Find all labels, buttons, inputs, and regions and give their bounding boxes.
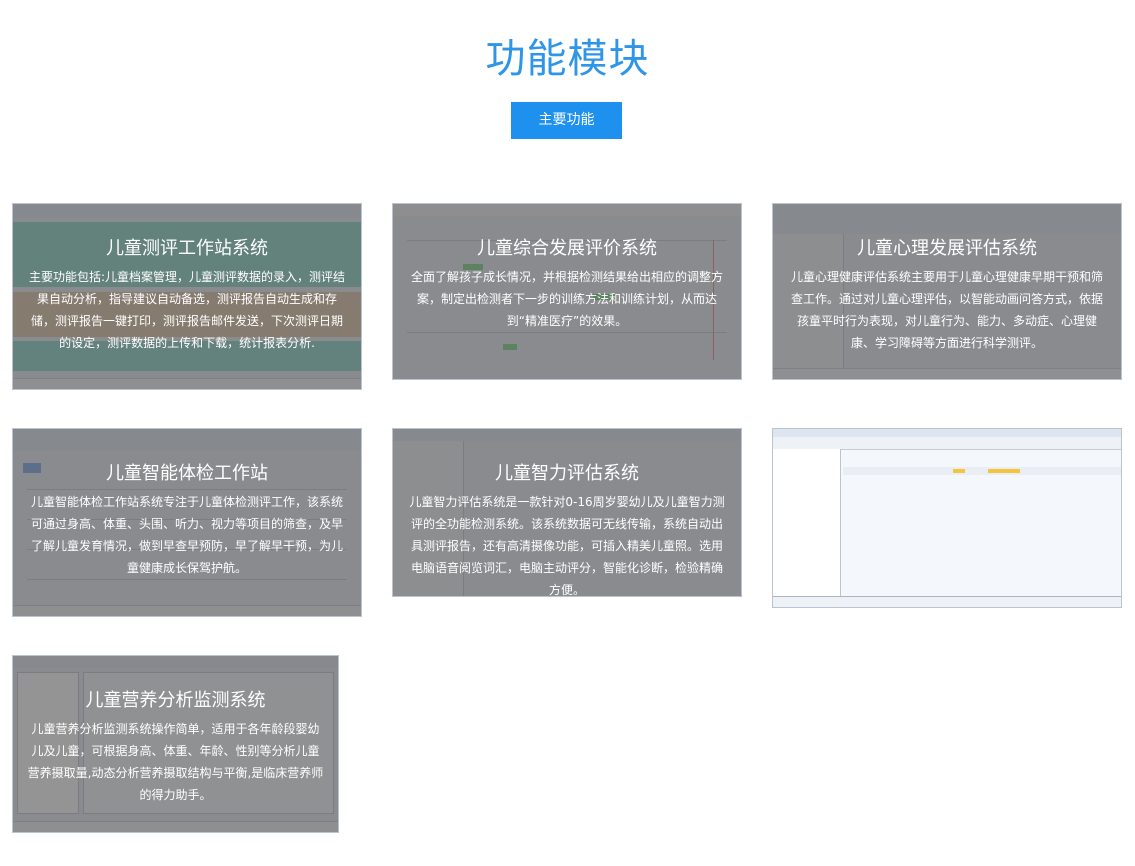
module-card-psychological-evaluation[interactable]: 儿童心理发展评估系统 儿童心理健康评估系统主要用于儿童心理健康早期干预和筛查工作… <box>772 203 1122 380</box>
card-title: 儿童测评工作站系统 <box>106 238 268 259</box>
module-card-physical-exam-workstation[interactable]: 儿童智能体检工作站 儿童智能体检工作站系统专注于儿童体检测评工作，该系统可通过身… <box>12 428 362 617</box>
card-description: 儿童心理健康评估系统主要用于儿童心理健康早期干预和筛查工作。通过对儿童心理评估，… <box>790 270 1103 350</box>
module-card-development-evaluation[interactable]: 儿童综合发展评价系统 全面了解孩子成长情况，并根据检测结果给出相应的调整方案，制… <box>392 203 742 380</box>
module-card-intelligence-evaluation[interactable]: 儿童智力评估系统 儿童智力评估系统是一款针对0-16周岁婴幼儿及儿童智力测评的全… <box>392 428 742 597</box>
page-title: 功能模块 <box>485 36 650 82</box>
card-title: 儿童综合发展评价系统 <box>477 238 657 259</box>
card-description: 儿童智能体检工作站系统专注于儿童体检测评工作，该系统可通过身高、体重、头围、听力… <box>30 495 343 575</box>
module-card-system-screenshot[interactable] <box>772 428 1122 608</box>
card-title: 儿童营养分析监测系统 <box>85 690 266 711</box>
card-title: 儿童智力评估系统 <box>495 463 639 484</box>
card-description: 全面了解孩子成长情况，并根据检测结果给出相应的调整方案，制定出检测者下一步的训练… <box>410 270 723 328</box>
main-functions-tab[interactable]: 主要功能 <box>511 102 622 139</box>
card-description: 儿童智力评估系统是一款针对0-16周岁婴幼儿及儿童智力测评的全功能检测系统。该系… <box>409 495 725 597</box>
module-card-assessment-workstation[interactable]: 儿童测评工作站系统 主要功能包括:儿童档案管理，儿童测评数据的录入，测评结果自动… <box>12 203 362 390</box>
card-description: 儿童营养分析监测系统操作简单，适用于各年龄段婴幼儿及儿童，可根据身高、体重、年龄… <box>27 722 324 802</box>
module-card-nutrition-analysis[interactable]: 儿童营养分析监测系统 儿童营养分析监测系统操作简单，适用于各年龄段婴幼儿及儿童，… <box>12 655 339 833</box>
card-description: 主要功能包括:儿童档案管理，儿童测评数据的录入，测评结果自动分析，指导建议自动备… <box>28 270 346 350</box>
card-title: 儿童智能体检工作站 <box>106 463 268 484</box>
card-title: 儿童心理发展评估系统 <box>857 238 1037 259</box>
screenshot-thumbnail <box>773 429 1121 607</box>
